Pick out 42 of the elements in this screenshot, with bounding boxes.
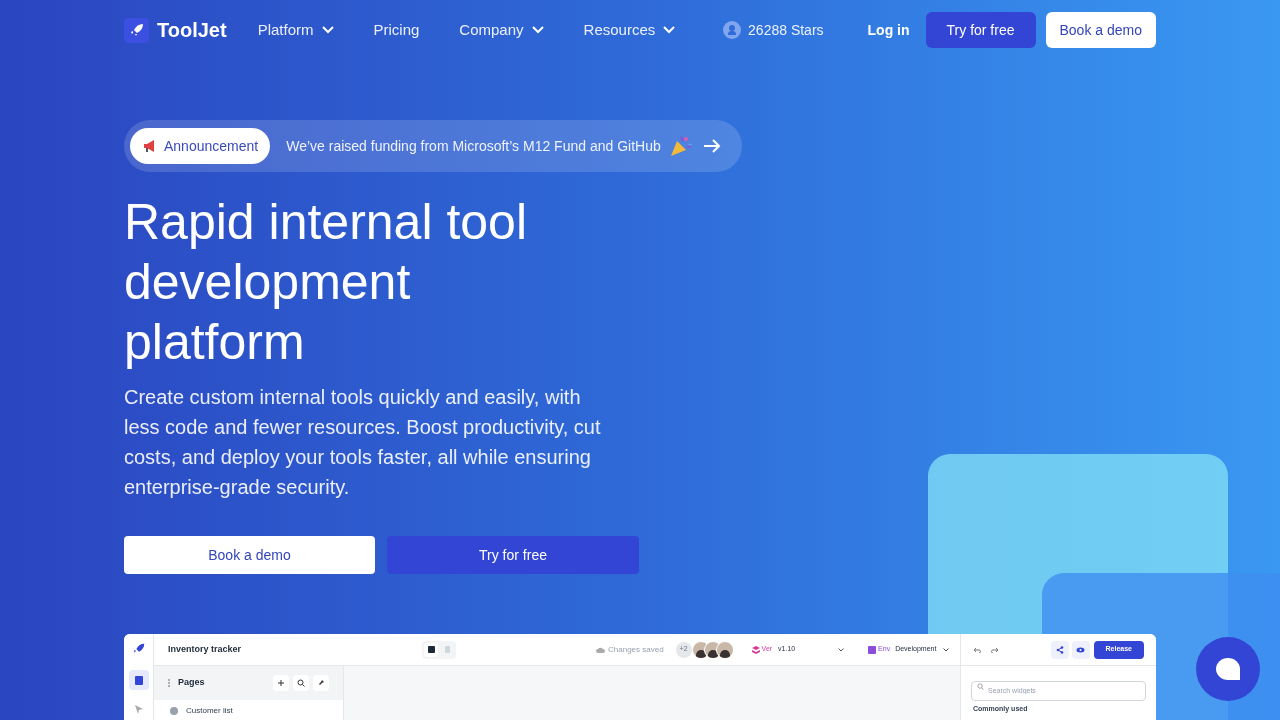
try-free-button[interactable]: Try for free <box>387 536 639 574</box>
preview-button[interactable] <box>1071 640 1090 659</box>
hero-title: Rapid internal tool development platform <box>124 193 529 372</box>
undo-icon[interactable] <box>973 646 981 653</box>
desktop-toggle[interactable] <box>424 642 438 657</box>
search-icon[interactable] <box>293 675 309 691</box>
chevron-down-icon <box>838 647 845 652</box>
layers-icon <box>751 645 760 654</box>
try-free-button[interactable]: Try for free <box>925 12 1036 48</box>
github-stars[interactable]: 26288 Stars <box>748 19 824 41</box>
share-button[interactable] <box>1050 640 1069 659</box>
share-icon <box>1055 645 1064 654</box>
plus-icon <box>277 679 285 687</box>
redo-icon[interactable] <box>991 646 999 653</box>
book-demo-button[interactable]: Book a demo <box>124 536 375 574</box>
nav-link[interactable]: Platform <box>257 18 334 42</box>
pages-title: Pages <box>178 676 205 690</box>
app-name: Inventory tracker <box>168 642 243 656</box>
announcement-text: We’ve raised funding from Microsoft’s M12 Fund and GitHub <box>286 136 661 156</box>
login-link[interactable]: Log in <box>867 19 910 41</box>
page-item[interactable]: Customer list <box>186 705 233 717</box>
book-demo-button[interactable]: Book a demo <box>1045 12 1156 48</box>
badge-label: Announcement <box>164 136 259 156</box>
eye-icon <box>1076 646 1086 653</box>
env-icon <box>868 645 877 654</box>
save-status: Changes saved <box>608 643 664 656</box>
hero-subtitle: Create custom internal tools quickly and easily, with less code and fewer resources. Boost productivity, cut costs, and deploy your tools faster, all while ensuring enterprise-grade security. <box>124 385 602 500</box>
party-popper-icon <box>668 134 693 158</box>
avatar <box>715 640 734 659</box>
nav-link[interactable]: Company <box>459 18 544 42</box>
logo-icon[interactable] <box>124 17 149 43</box>
announcement-banner[interactable]: Announcement We’ve raised funding from Microsoft’s M12 Fund and GitHub <box>124 120 742 172</box>
pages-icon[interactable] <box>128 670 149 690</box>
chevron-down-icon <box>943 647 950 652</box>
nav-link[interactable]: Pricing <box>373 18 420 42</box>
logo-text[interactable]: ToolJet <box>157 15 227 45</box>
arrow-right-icon <box>702 138 721 154</box>
search-icon <box>977 683 984 690</box>
chat-icon <box>1215 657 1241 681</box>
nav-link[interactable]: Resources <box>583 18 676 42</box>
cloud-icon <box>596 646 605 653</box>
page-icon <box>170 707 178 715</box>
